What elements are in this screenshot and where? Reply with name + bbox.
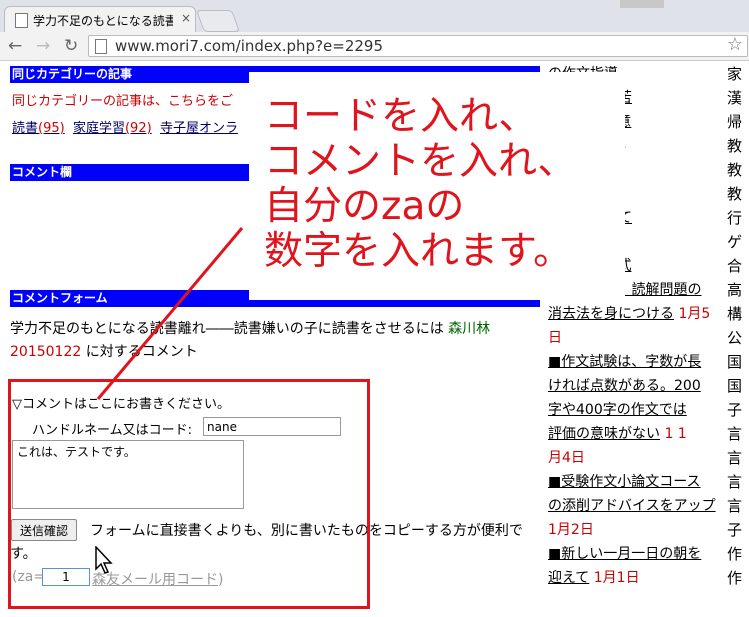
annotation-arrow bbox=[96, 227, 244, 400]
annotation-line: コメントを入れ、 bbox=[264, 139, 577, 184]
annotation-line: 自分のzaの bbox=[264, 184, 465, 229]
annotation-callout: コードを入れ、 コメントを入れ、 自分のzaの 数字を入れます。 bbox=[264, 94, 624, 274]
annotation-line: 数字を入れます。 bbox=[264, 229, 573, 274]
annotation-line: コードを入れ、 bbox=[264, 94, 538, 139]
